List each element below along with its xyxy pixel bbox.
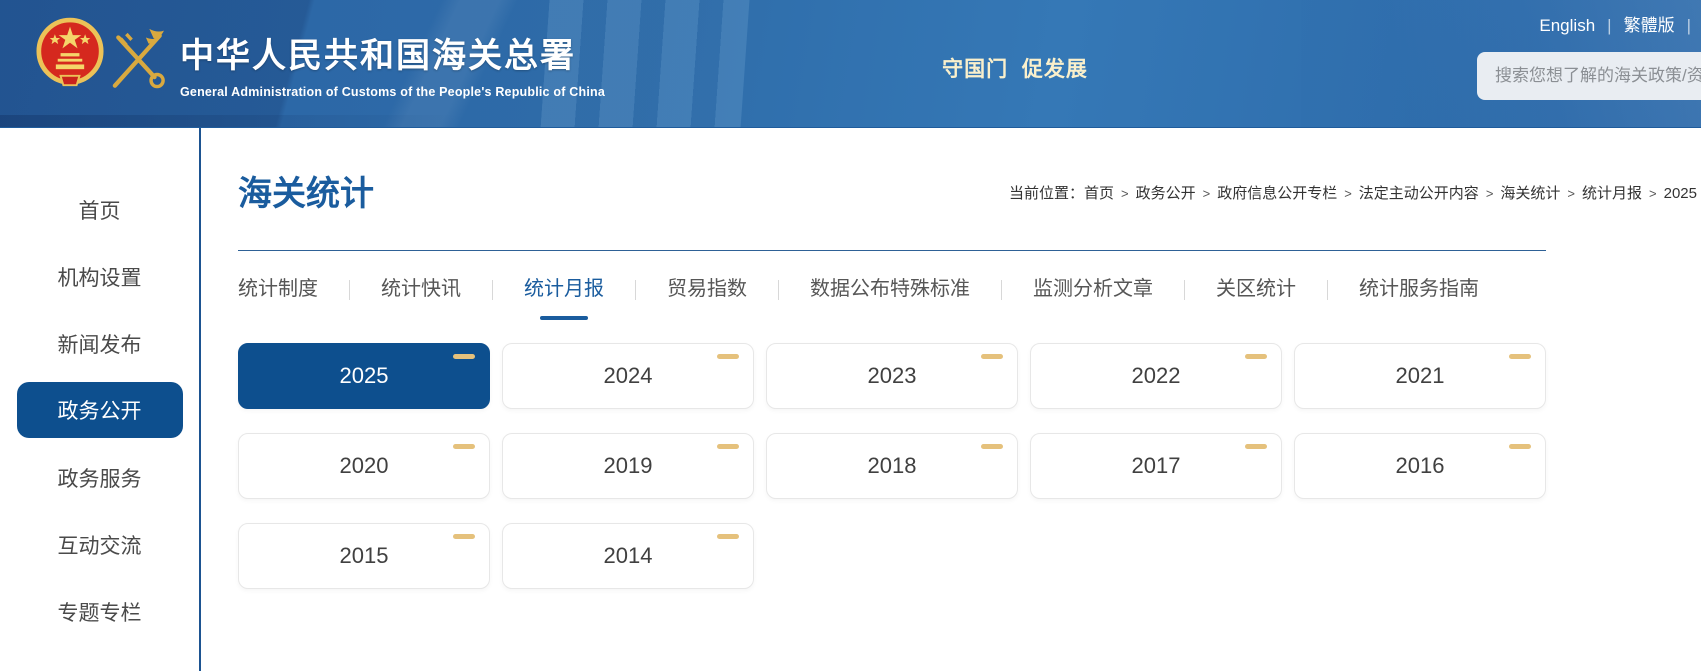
tab-stat-monthly[interactable]: 统计月报 <box>524 278 604 300</box>
sidebar-item-org-setup[interactable]: 机构设置 <box>17 243 183 310</box>
year-card-2014[interactable]: 2014 <box>502 523 754 589</box>
tab-separator <box>349 280 350 300</box>
tab-stat-express[interactable]: 统计快讯 <box>381 278 461 300</box>
breadcrumb-item[interactable]: 政务公开 <box>1136 185 1196 202</box>
breadcrumb-item[interactable]: 政府信息公开专栏 <box>1217 185 1337 202</box>
breadcrumb-item[interactable]: 2025 <box>1664 185 1697 202</box>
year-label: 2014 <box>604 543 653 569</box>
year-label: 2024 <box>604 363 653 389</box>
sidebar-item-news-release[interactable]: 新闻发布 <box>17 310 183 377</box>
lang-link-traditional-chinese[interactable]: 繁體版 <box>1624 16 1675 35</box>
year-card-2017[interactable]: 2017 <box>1030 433 1282 499</box>
sidebar-nav: 首页机构设置新闻发布政务公开政务服务互动交流专题专栏 <box>0 128 201 671</box>
national-emblem-icon <box>36 15 104 95</box>
breadcrumb-item[interactable]: 首页 <box>1084 185 1114 202</box>
breadcrumb-item[interactable]: 统计月报 <box>1582 185 1642 202</box>
gold-dash-icon <box>1509 354 1531 359</box>
sidebar-item-interaction[interactable]: 互动交流 <box>17 511 183 578</box>
header-slogans: 守国门 促发展 当好让党放心 让人民满意的国门卫士 <box>770 17 1260 128</box>
lang-link-english[interactable]: English <box>1539 16 1595 35</box>
gold-dash-icon <box>1245 444 1267 449</box>
gold-dash-icon <box>453 534 475 539</box>
breadcrumb-separator: > <box>1486 186 1494 201</box>
breadcrumb-items: 首页 > 政务公开 > 政府信息公开专栏 > 法定主动公开内容 > 海关统计 > 统计月报 >2025 <box>1084 185 1697 202</box>
sidebar-item-gov-service[interactable]: 政务服务 <box>17 444 183 511</box>
tab-separator <box>1327 280 1328 300</box>
breadcrumb-separator: > <box>1121 186 1129 201</box>
year-label: 2021 <box>1396 363 1445 389</box>
breadcrumb-separator: > <box>1567 186 1575 201</box>
breadcrumb-separator: > <box>1203 186 1211 201</box>
language-switcher: English | 繁體版 | <box>1539 11 1701 36</box>
gold-dash-icon <box>717 534 739 539</box>
lang-separator: | <box>1687 16 1691 35</box>
site-subtitle: General Administration of Customs of the… <box>180 85 605 99</box>
sidebar-item-special-columns[interactable]: 专题专栏 <box>17 578 183 645</box>
tab-separator <box>778 280 779 300</box>
year-label: 2017 <box>1132 453 1181 479</box>
breadcrumb: 当前位置：首页 > 政务公开 > 政府信息公开专栏 > 法定主动公开内容 > 海关统计 > 统计月报… <box>1009 182 1697 203</box>
year-card-2023[interactable]: 2023 <box>766 343 1018 409</box>
slogan-line-1: 守国门 促发展 <box>770 53 1260 83</box>
search-input[interactable] <box>1477 52 1701 100</box>
breadcrumb-separator: > <box>1344 186 1352 201</box>
tab-district-stats[interactable]: 关区统计 <box>1216 278 1296 300</box>
year-card-2022[interactable]: 2022 <box>1030 343 1282 409</box>
tab-data-release-standard[interactable]: 数据公布特殊标准 <box>810 278 970 300</box>
year-card-2020[interactable]: 2020 <box>238 433 490 499</box>
site-brand: 中华人民共和国海关总署 General Administration of Cu… <box>180 28 605 99</box>
tab-stat-system[interactable]: 统计制度 <box>238 278 318 300</box>
sidebar-item-gov-open[interactable]: 政务公开 <box>17 382 183 438</box>
year-card-2025[interactable]: 2025 <box>238 343 490 409</box>
year-label: 2022 <box>1132 363 1181 389</box>
tab-stat-service-guide[interactable]: 统计服务指南 <box>1359 278 1479 300</box>
gold-dash-icon <box>453 354 475 359</box>
stats-tabs: 统计制度 统计快讯 统计月报 贸易指数 数据公布特殊标准 监测分析文章 关区统计 统计服务指南 <box>238 251 1546 343</box>
gold-dash-icon <box>717 444 739 449</box>
customs-logo-icon <box>108 20 170 98</box>
year-label: 2018 <box>868 453 917 479</box>
breadcrumb-item[interactable]: 海关统计 <box>1500 185 1560 202</box>
sidebar-item-home[interactable]: 首页 <box>17 176 183 243</box>
year-card-2024[interactable]: 2024 <box>502 343 754 409</box>
tab-analysis-articles[interactable]: 监测分析文章 <box>1033 278 1153 300</box>
gold-dash-icon <box>981 354 1003 359</box>
tab-separator <box>1184 280 1185 300</box>
year-card-2015[interactable]: 2015 <box>238 523 490 589</box>
gold-dash-icon <box>717 354 739 359</box>
breadcrumb-item[interactable]: 法定主动公开内容 <box>1359 185 1479 202</box>
year-card-2018[interactable]: 2018 <box>766 433 1018 499</box>
year-label: 2025 <box>340 363 389 389</box>
tab-separator <box>635 280 636 300</box>
year-label: 2023 <box>868 363 917 389</box>
site-title: 中华人民共和国海关总署 <box>180 28 605 77</box>
breadcrumb-separator: > <box>1649 186 1657 201</box>
tab-separator <box>1001 280 1002 300</box>
lang-separator: | <box>1607 16 1611 35</box>
year-label: 2020 <box>340 453 389 479</box>
year-card-2021[interactable]: 2021 <box>1294 343 1546 409</box>
gold-dash-icon <box>1509 444 1531 449</box>
breadcrumb-label: 当前位置： <box>1009 185 1084 202</box>
year-grid: 2025 2024 2023 2022 2021 2020 2019 2018 2017 2016… <box>238 343 1546 589</box>
header-bottom-shade <box>0 115 460 127</box>
year-label: 2016 <box>1396 453 1445 479</box>
gold-dash-icon <box>1245 354 1267 359</box>
gold-dash-icon <box>453 444 475 449</box>
year-card-2019[interactable]: 2019 <box>502 433 754 499</box>
tab-separator <box>492 280 493 300</box>
site-header: 中华人民共和国海关总署 General Administration of Cu… <box>0 0 1701 128</box>
gold-dash-icon <box>981 444 1003 449</box>
year-label: 2019 <box>604 453 653 479</box>
tab-trade-index[interactable]: 贸易指数 <box>667 278 747 300</box>
year-label: 2015 <box>340 543 389 569</box>
year-card-2016[interactable]: 2016 <box>1294 433 1546 499</box>
main-content: 海关统计 当前位置：首页 > 政务公开 > 政府信息公开专栏 > 法定主动公开内容 > 海关统计… <box>201 128 1701 671</box>
